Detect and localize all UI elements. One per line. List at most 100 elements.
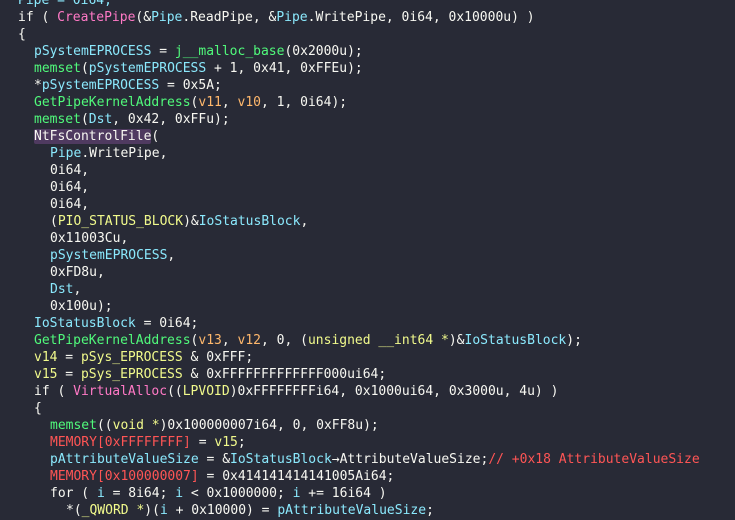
code-token: Pipe — [151, 10, 183, 25]
code-token: _QWORD * — [81, 503, 145, 518]
code-token: )& — [183, 214, 199, 229]
code-token: v10 — [237, 95, 261, 110]
code-line[interactable]: Pipe.WritePipe, — [50, 145, 167, 162]
code-line[interactable]: if ( CreatePipe(&Pipe.ReadPipe, &Pipe.Wr… — [18, 9, 535, 26]
code-token: , — [221, 95, 238, 110]
code-token: + 1, 0x41, 0xFFEu); — [206, 61, 363, 76]
code-line[interactable]: (PIO_STATUS_BLOCK)&IoStatusBlock, — [50, 213, 308, 230]
code-token: , 0x42, 0xFFu); — [112, 112, 230, 127]
code-line[interactable]: pSystemEPROCESS, — [50, 247, 175, 264]
code-token: unsigned __int64 * — [307, 333, 449, 348]
code-token: ); — [566, 333, 582, 348]
code-line[interactable]: if ( VirtualAlloc((LPVOID)0xFFFFFFFFi64,… — [34, 383, 558, 400]
code-token: v11 — [198, 95, 222, 110]
code-token: = 8i64; — [104, 486, 176, 501]
code-line[interactable]: IoStatusBlock = 0i64; — [34, 315, 198, 332]
code-line[interactable]: GetPipeKernelAddress(v11, v10, 1, 0i64); — [34, 94, 347, 111]
code-line[interactable]: for ( i = 8i64; i < 0x1000000; i += 16i6… — [50, 485, 387, 502]
code-token: ( — [80, 61, 89, 76]
code-line[interactable]: memset(pSystemEPROCESS + 1, 0x41, 0xFFEu… — [34, 60, 363, 77]
code-token: , 1, 0i64); — [261, 95, 348, 110]
code-token: pSys_EPROCESS — [80, 350, 183, 365]
code-token: 0i64, — [50, 197, 90, 212]
code-token: IoStatusBlock — [34, 316, 136, 331]
code-token: Pipe — [50, 146, 82, 161]
code-token: i — [159, 503, 168, 518]
pseudocode-editor[interactable]: Pipe = 0i64; if ( CreatePipe(&Pipe.ReadPi… — [0, 0, 735, 520]
code-line[interactable]: 0x11003Cu, — [50, 230, 128, 247]
code-token: .ReadPipe, & — [182, 10, 277, 25]
code-token: + 0x10000) = — [167, 503, 278, 518]
code-token: IoStatusBlock — [230, 452, 332, 467]
code-token: 0x11003Cu, — [50, 231, 129, 246]
code-token: < 0x1000000; — [183, 486, 293, 501]
code-token: )( — [144, 503, 160, 518]
code-line[interactable]: memset((void *)0x100000007i64, 0, 0xFF8u… — [50, 417, 379, 434]
code-token: += 16i64 ) — [300, 486, 387, 501]
code-line[interactable]: { — [34, 400, 42, 417]
code-token: j__malloc_base — [174, 44, 285, 59]
code-token: = 0x414141414141005Ai64; — [198, 469, 395, 484]
code-line[interactable]: v15 = pSys_EPROCESS & 0xFFFFFFFFFFFFF000… — [34, 366, 386, 383]
code-token: (0x2000u); — [284, 44, 363, 59]
code-token: .WritePipe, 0i64, 0x10000u) ) — [307, 10, 535, 25]
code-token: = — [57, 367, 81, 382]
code-token: v14 — [34, 350, 58, 365]
code-line[interactable]: v14 = pSys_EPROCESS & 0xFFF; — [34, 349, 253, 366]
code-token: 0i64, — [50, 180, 90, 195]
code-token: v15 — [214, 435, 238, 450]
code-token: PIO_STATUS_BLOCK — [57, 214, 184, 229]
code-token: , — [73, 282, 82, 297]
code-token: VirtualAlloc — [73, 384, 168, 399]
code-token: ( — [80, 112, 89, 127]
code-line[interactable]: pAttributeValueSize = &IoStatusBlock→Att… — [50, 451, 700, 468]
code-line[interactable]: MEMORY[0x100000007] = 0x414141414141005A… — [50, 468, 394, 485]
code-token: // +0x18 AttributeValueSize — [488, 452, 700, 467]
code-line[interactable]: 0xFD8u, — [50, 264, 105, 281]
code-token: 0xFD8u, — [50, 265, 105, 280]
code-line[interactable]: MEMORY[0xFFFFFFFF] = v15; — [50, 434, 246, 451]
code-token: = — [151, 44, 175, 59]
code-line[interactable]: *pSystemEPROCESS = 0x5A; — [34, 77, 222, 94]
code-line[interactable]: { — [18, 26, 26, 43]
code-token: ( — [50, 214, 58, 229]
code-token: i — [175, 486, 184, 501]
code-token: →AttributeValueSize; — [331, 452, 489, 467]
code-token: ; — [237, 435, 246, 450]
code-line[interactable]: Dst, — [50, 281, 81, 298]
code-token: memset — [50, 418, 97, 433]
code-token: GetPipeKernelAddress — [34, 333, 191, 348]
code-line[interactable]: 0i64, — [50, 179, 89, 196]
code-token: { — [34, 401, 42, 416]
code-token: , — [221, 333, 238, 348]
code-token: .WritePipe, — [81, 146, 168, 161]
code-token: , — [167, 248, 176, 263]
code-token: pSystemEPROCESS — [41, 78, 160, 93]
code-token: Pipe = 0i64; — [18, 0, 112, 8]
code-line[interactable]: GetPipeKernelAddress(v13, v12, 0, (unsig… — [34, 332, 582, 349]
code-token: MEMORY[0x100000007] — [50, 469, 199, 484]
code-token: Pipe — [276, 10, 308, 25]
code-line[interactable]: NtFsControlFile( — [34, 128, 159, 145]
code-token: 0x100u); — [50, 299, 113, 314]
code-token: )0x100000007i64, 0, 0xFF8u); — [159, 418, 379, 433]
code-token: = 0x5A; — [159, 78, 222, 93]
code-token: v15 — [34, 367, 58, 382]
code-line[interactable]: *(_QWORD *)(i + 0x10000) = pAttributeVal… — [66, 502, 434, 519]
code-line[interactable]: 0i64, — [50, 196, 89, 213]
code-token: *( — [66, 503, 82, 518]
code-token: IoStatusBlock — [464, 333, 567, 348]
code-token: ; — [426, 503, 434, 518]
code-line[interactable]: pSystemEPROCESS = j__malloc_base(0x2000u… — [34, 43, 363, 60]
code-token: for ( — [50, 486, 97, 501]
code-line[interactable]: 0x100u); — [50, 298, 113, 315]
code-token: void * — [112, 418, 160, 433]
code-token: ( — [151, 129, 160, 144]
code-token: pAttributeValueSize — [277, 503, 427, 518]
code-line[interactable]: Pipe = 0i64; — [18, 0, 112, 9]
code-token: pSys_EPROCESS — [80, 367, 183, 382]
code-token: pSystemEPROCESS — [34, 44, 152, 59]
code-token: v13 — [198, 333, 222, 348]
code-line[interactable]: memset(Dst, 0x42, 0xFFu); — [34, 111, 230, 128]
code-line[interactable]: 0i64, — [50, 162, 89, 179]
